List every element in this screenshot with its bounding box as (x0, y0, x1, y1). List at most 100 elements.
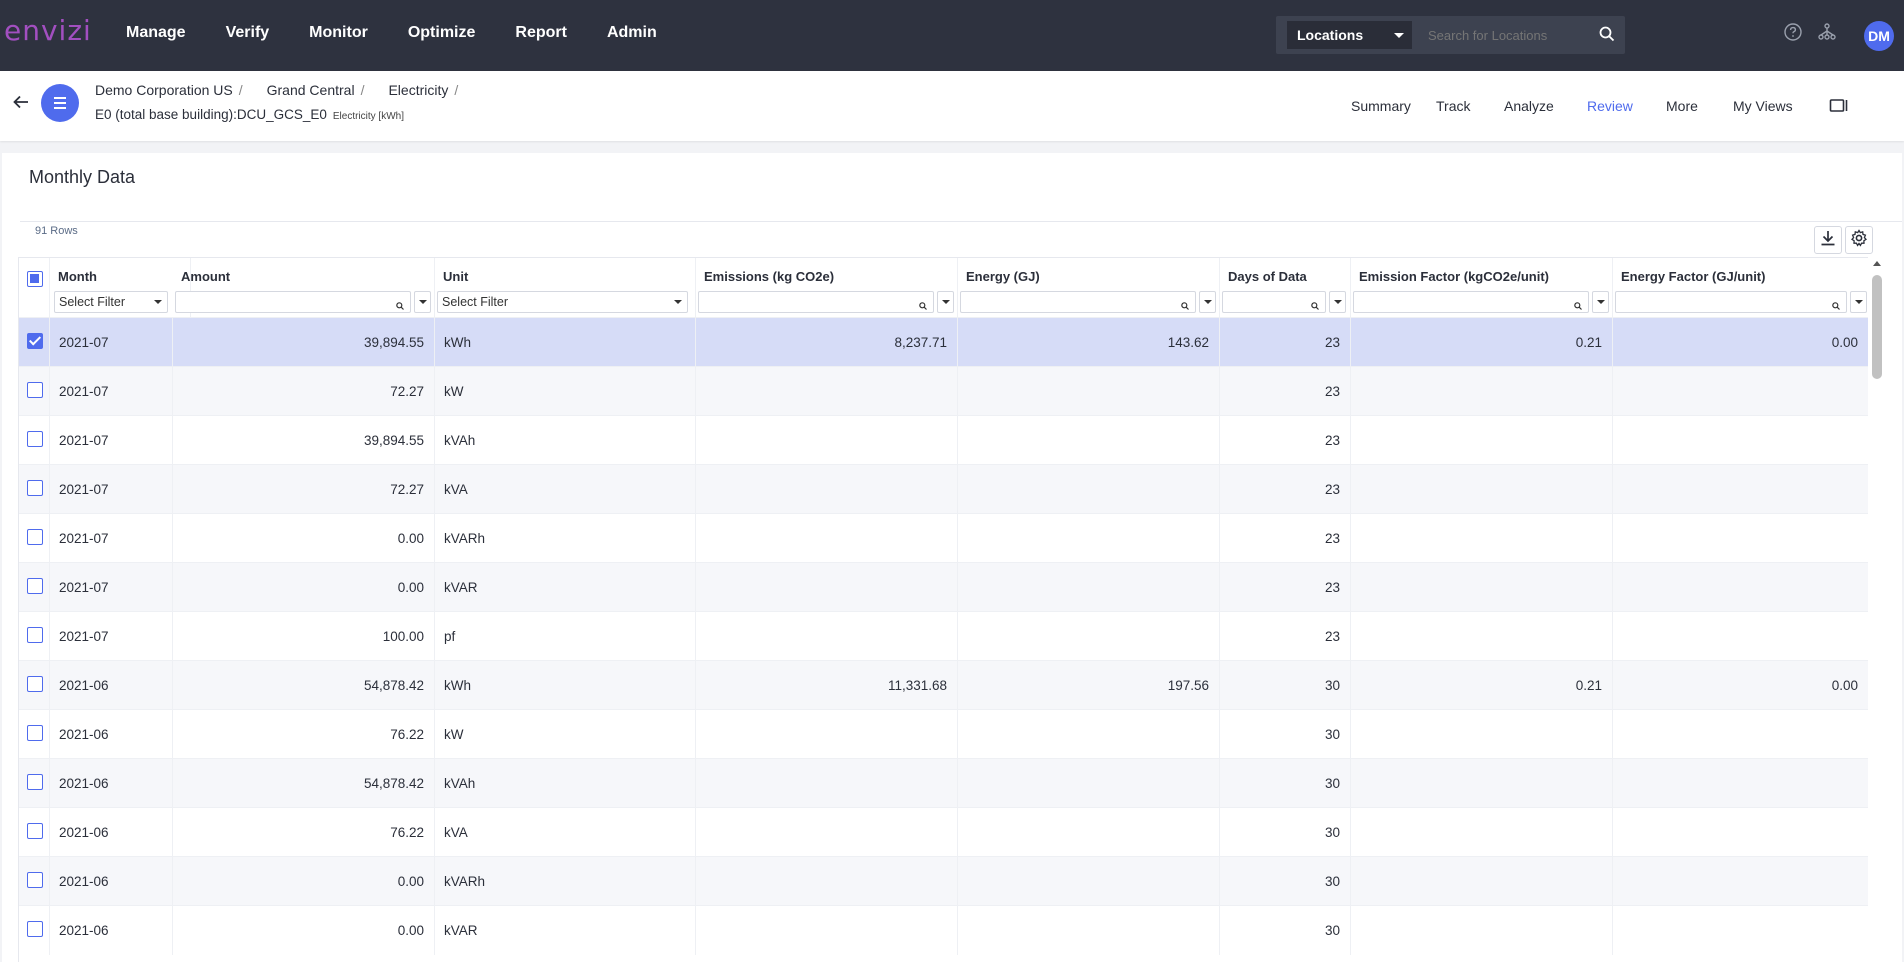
days-filter-input[interactable] (1222, 291, 1326, 313)
cell-emissions (696, 514, 958, 563)
back-arrow-icon[interactable] (12, 93, 30, 116)
breadcrumb-organization[interactable]: Demo Corporation US (95, 82, 233, 98)
row-checkbox[interactable] (27, 578, 43, 594)
tab-my-views[interactable]: My Views (1733, 98, 1793, 114)
emission-factor-filter-input[interactable] (1353, 291, 1589, 313)
scroll-thumb[interactable] (1872, 275, 1882, 379)
table-row[interactable]: 2021-07 72.27 kVA 23 (19, 464, 1868, 514)
row-checkbox[interactable] (27, 774, 43, 790)
hierarchy-icon[interactable] (1817, 22, 1837, 47)
cell-energy-factor (1613, 563, 1868, 612)
emissions-filter-input[interactable] (698, 291, 934, 313)
cell-unit: kW (435, 710, 696, 759)
cell-energy-factor (1613, 808, 1868, 857)
row-checkbox[interactable] (27, 676, 43, 692)
nav-verify[interactable]: Verify (226, 24, 270, 42)
table-row[interactable]: 2021-06 0.00 kVARh 30 (19, 856, 1868, 906)
column-header-days[interactable]: Days of Data (1228, 269, 1307, 284)
table-row[interactable]: 2021-07 0.00 kVAR 23 (19, 562, 1868, 612)
help-icon[interactable] (1783, 22, 1803, 47)
user-avatar[interactable]: DM (1864, 21, 1894, 51)
column-header-emission-factor[interactable]: Emission Factor (kgCO2e/unit) (1359, 269, 1549, 284)
column-header-energy[interactable]: Energy (GJ) (966, 269, 1040, 284)
breadcrumb-account-type[interactable]: Electricity (388, 82, 448, 98)
table-row[interactable]: 2021-07 39,894.55 kVAh 23 (19, 415, 1868, 465)
row-checkbox[interactable] (27, 333, 43, 349)
amount-filter-input[interactable] (175, 291, 411, 313)
search-icon[interactable] (1599, 26, 1615, 47)
energy-factor-filter-input[interactable] (1615, 291, 1847, 313)
row-checkbox[interactable] (27, 872, 43, 888)
cell-amount: 100.00 (173, 612, 435, 661)
nav-admin[interactable]: Admin (607, 24, 657, 42)
row-count: 91 Rows (35, 225, 78, 237)
nav-report[interactable]: Report (515, 24, 567, 42)
month-filter-select[interactable]: Select Filter (54, 291, 168, 313)
row-checkbox[interactable] (27, 627, 43, 643)
row-checkbox[interactable] (27, 431, 43, 447)
column-header-unit[interactable]: Unit (443, 269, 468, 284)
nav-optimize[interactable]: Optimize (408, 24, 476, 42)
table-row[interactable]: 2021-07 0.00 kVARh 23 (19, 513, 1868, 563)
days-filter-menu[interactable] (1329, 291, 1346, 313)
column-header-energy-factor[interactable]: Energy Factor (GJ/unit) (1621, 269, 1765, 284)
table-row[interactable]: 2021-07 100.00 pf 23 (19, 611, 1868, 661)
cell-emission-factor (1351, 465, 1613, 514)
cell-month: 2021-07 (50, 318, 173, 367)
row-checkbox[interactable] (27, 529, 43, 545)
download-button[interactable] (1814, 226, 1842, 254)
row-checkbox[interactable] (27, 382, 43, 398)
table-row[interactable]: 2021-06 54,878.42 kVAh 30 (19, 758, 1868, 808)
unit-filter-select[interactable]: Select Filter (437, 291, 688, 313)
tab-analyze[interactable]: Analyze (1504, 98, 1554, 114)
cell-energy (958, 857, 1220, 906)
cell-emissions: 11,331.68 (696, 661, 958, 710)
tab-track[interactable]: Track (1436, 98, 1470, 114)
divider (20, 221, 1902, 222)
energy-factor-filter-menu[interactable] (1850, 291, 1867, 313)
cell-month: 2021-07 (50, 367, 173, 416)
cell-energy-factor (1613, 857, 1868, 906)
row-checkbox[interactable] (27, 725, 43, 741)
table-settings-button[interactable] (1845, 226, 1873, 254)
hamburger-menu-button[interactable] (41, 84, 79, 122)
energy-filter-menu[interactable] (1199, 291, 1216, 313)
location-search-input[interactable] (1424, 21, 1614, 49)
breadcrumb-site[interactable]: Grand Central (267, 82, 355, 98)
energy-filter-input[interactable] (960, 291, 1196, 313)
cell-unit: kVAh (435, 416, 696, 465)
table-row[interactable]: 2021-06 54,878.42 kWh 11,331.68 197.56 30 0.21… (19, 660, 1868, 710)
cell-amount: 54,878.42 (173, 661, 435, 710)
emissions-filter-menu[interactable] (937, 291, 954, 313)
column-amount: Amount (173, 258, 435, 318)
table-scrollbar[interactable] (1870, 257, 1884, 962)
nav-monitor[interactable]: Monitor (309, 24, 368, 42)
column-header-amount[interactable]: Amount (181, 269, 230, 284)
row-checkbox[interactable] (27, 480, 43, 496)
cell-month: 2021-06 (50, 808, 173, 857)
tab-review[interactable]: Review (1587, 98, 1633, 114)
location-type-select[interactable]: Locations (1287, 21, 1412, 49)
panel-toggle-icon[interactable] (1829, 97, 1849, 118)
table-row[interactable]: 2021-06 0.00 kVAR 30 (19, 905, 1868, 955)
cell-unit: kVAR (435, 906, 696, 955)
nav-manage[interactable]: Manage (126, 24, 186, 42)
column-header-month[interactable]: Month (58, 269, 97, 284)
column-header-emissions[interactable]: Emissions (kg CO2e) (704, 269, 834, 284)
select-all-checkbox[interactable] (27, 271, 43, 287)
scroll-up-icon[interactable] (1873, 261, 1881, 266)
chevron-down-icon (1597, 300, 1605, 304)
row-checkbox[interactable] (27, 823, 43, 839)
amount-filter-menu[interactable] (414, 291, 431, 313)
row-checkbox[interactable] (27, 921, 43, 937)
table-header: Month Select Filter Amount Unit Select F… (19, 257, 1868, 318)
table-row[interactable]: 2021-06 76.22 kW 30 (19, 709, 1868, 759)
envizi-logo[interactable]: envizi (4, 14, 92, 47)
cell-days: 30 (1220, 661, 1351, 710)
table-row[interactable]: 2021-07 39,894.55 kWh 8,237.71 143.62 23 0.21 0… (19, 317, 1868, 367)
table-row[interactable]: 2021-06 76.22 kVA 30 (19, 807, 1868, 857)
emission-factor-filter-menu[interactable] (1592, 291, 1609, 313)
tab-more[interactable]: More (1666, 98, 1698, 114)
table-row[interactable]: 2021-07 72.27 kW 23 (19, 366, 1868, 416)
tab-summary[interactable]: Summary (1351, 98, 1411, 114)
